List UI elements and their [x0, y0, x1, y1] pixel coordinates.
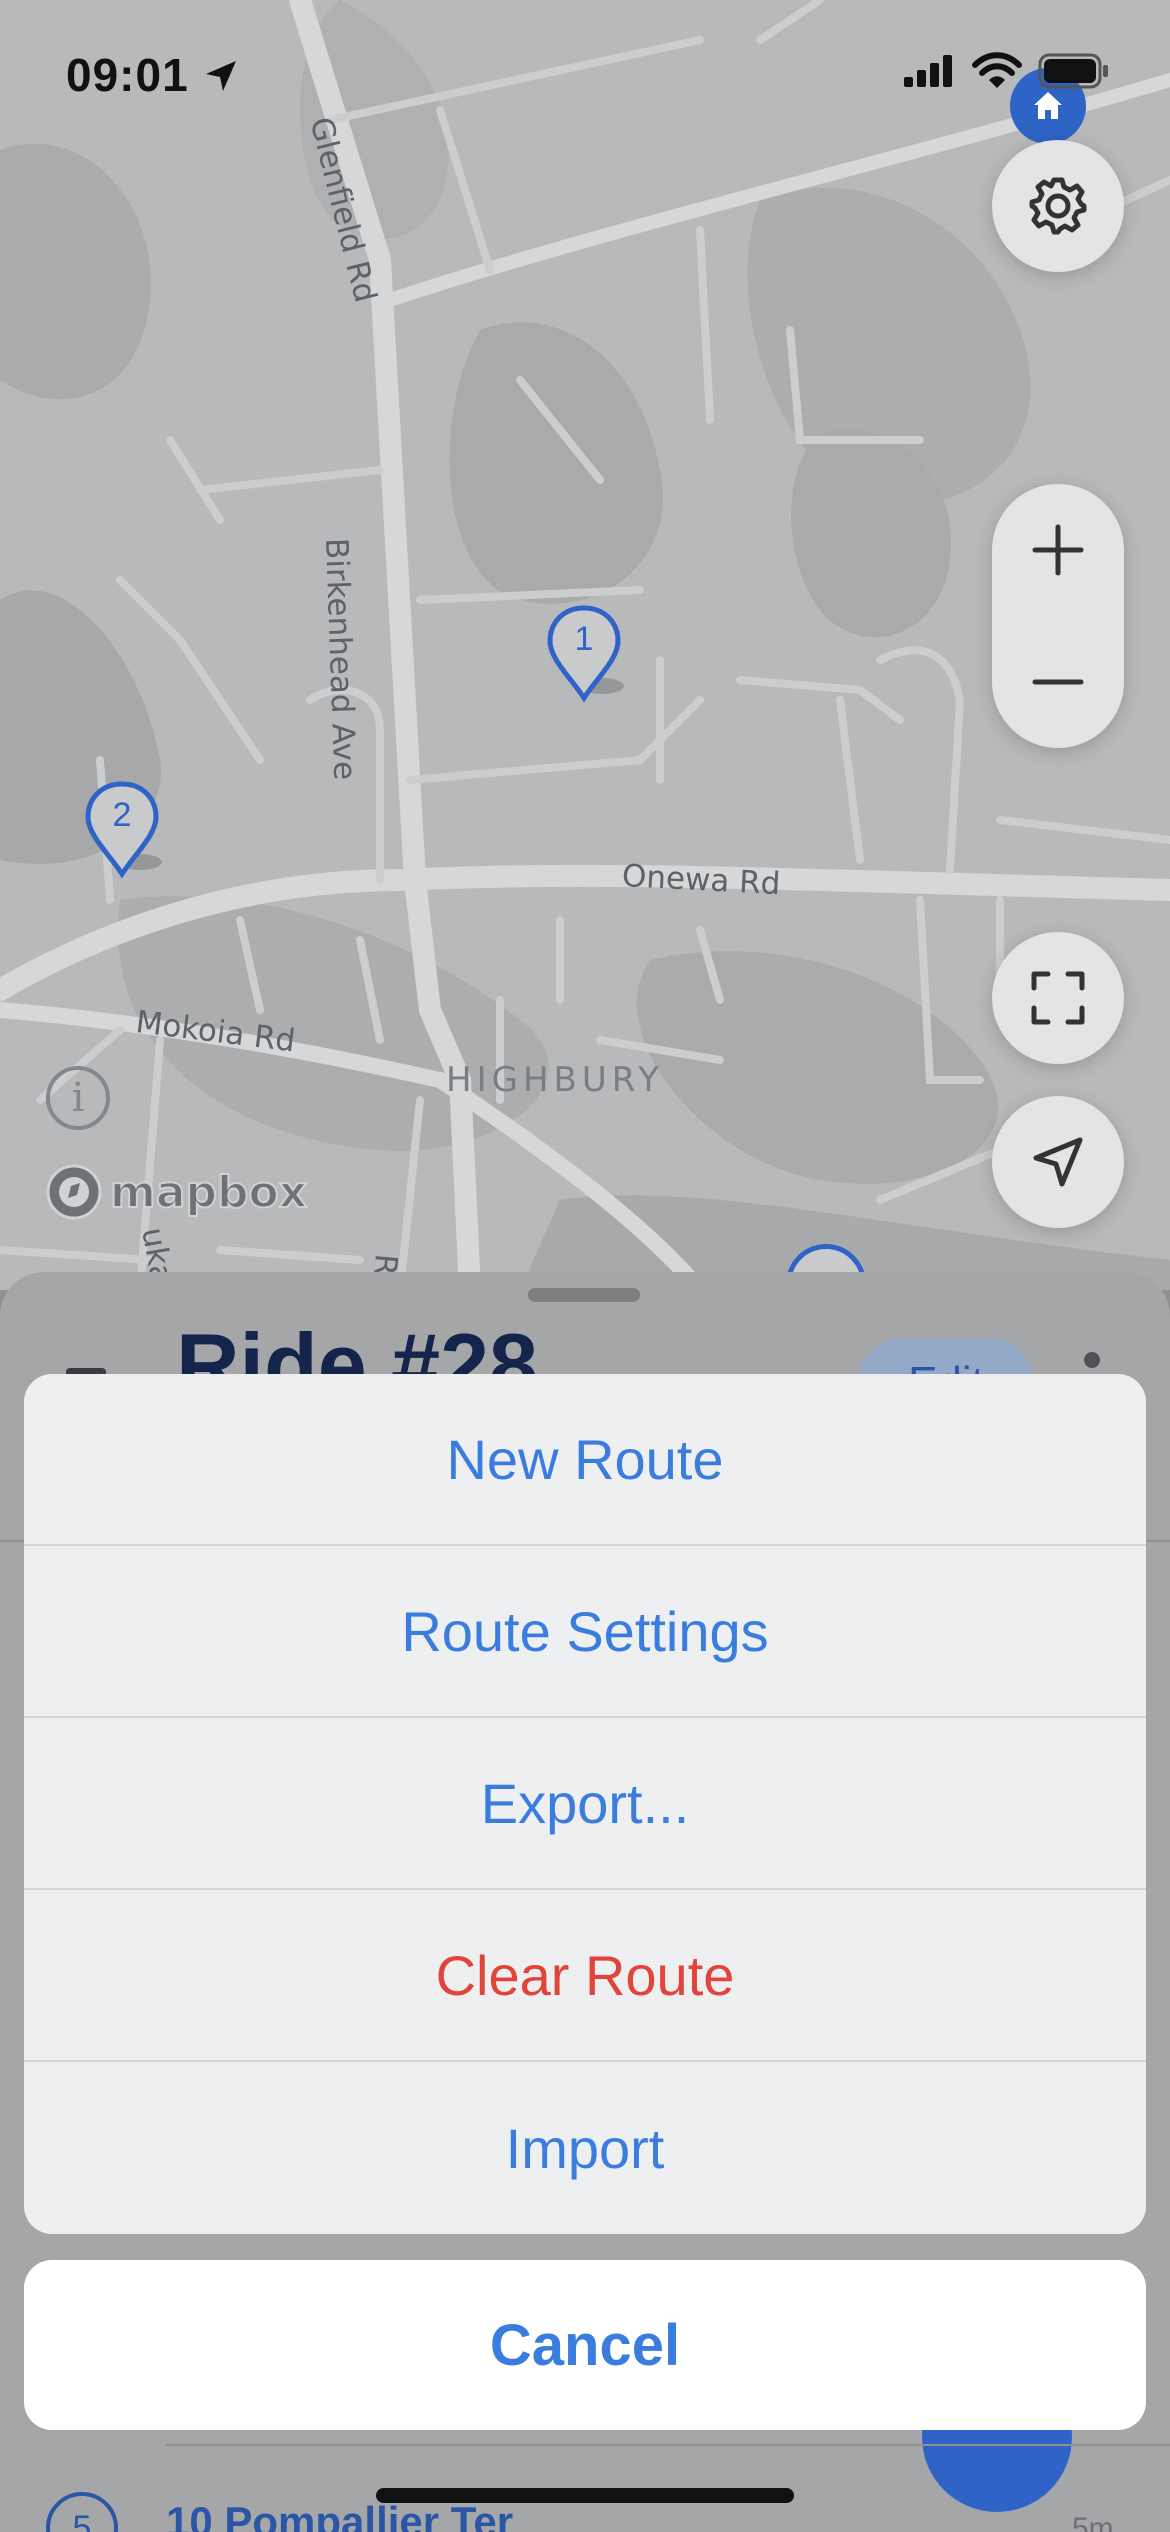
- zoom-out-button[interactable]: [992, 616, 1124, 748]
- pin-number: 2: [112, 796, 132, 834]
- mapbox-wordmark: mapbox: [109, 1166, 308, 1219]
- mapbox-mark-icon: [46, 1164, 102, 1220]
- sheet-divider: [166, 2444, 1170, 2446]
- cancel-button[interactable]: Cancel: [24, 2260, 1146, 2430]
- cellular-signal-icon: [904, 55, 952, 87]
- attribution-info-icon[interactable]: i: [46, 1066, 110, 1130]
- stop-number-badge: 5: [46, 2492, 118, 2532]
- fit-route-button[interactable]: [992, 932, 1124, 1064]
- mapbox-logo: mapbox: [44, 1162, 308, 1222]
- pin-number: 1: [574, 620, 594, 658]
- more-icon[interactable]: [1084, 1352, 1100, 1368]
- stop-duration: 5m: [1072, 2512, 1114, 2532]
- suburb-label: HIGHBURY: [446, 1060, 664, 1100]
- stop-address[interactable]: 10 Pompallier Ter: [166, 2498, 513, 2532]
- clear-route-button[interactable]: Clear Route: [24, 1890, 1146, 2062]
- fullscreen-icon: [1031, 971, 1085, 1025]
- status-time: 09:01: [66, 48, 240, 102]
- location-services-icon: [206, 61, 237, 91]
- new-route-button[interactable]: New Route: [24, 1374, 1146, 1546]
- plus-icon: [1032, 524, 1084, 576]
- zoom-in-button[interactable]: [992, 484, 1124, 616]
- route-pin-2[interactable]: 2: [82, 780, 162, 880]
- status-icons: [902, 52, 1110, 90]
- battery-icon: [1038, 53, 1108, 89]
- sheet-grabber[interactable]: [528, 1288, 640, 1302]
- import-button[interactable]: Import: [24, 2062, 1146, 2234]
- route-pin-1[interactable]: 1: [544, 604, 624, 704]
- home-icon: [1034, 92, 1062, 119]
- locate-button[interactable]: [992, 1096, 1124, 1228]
- action-sheet: New Route Route Settings Export... Clear…: [24, 1374, 1146, 2234]
- home-indicator[interactable]: [376, 2488, 794, 2503]
- screen: Glenfield Rd Birkenhead Ave Onewa Rd Mok…: [0, 0, 1170, 2532]
- settings-button[interactable]: [992, 140, 1124, 272]
- export-button[interactable]: Export...: [24, 1718, 1146, 1890]
- location-arrow-icon: [1033, 1137, 1083, 1187]
- wifi-icon: [972, 52, 1022, 88]
- map-view[interactable]: Glenfield Rd Birkenhead Ave Onewa Rd Mok…: [0, 0, 1170, 1290]
- status-time-text: 09:01: [66, 49, 189, 101]
- zoom-control: [992, 484, 1124, 748]
- route-settings-button[interactable]: Route Settings: [24, 1546, 1146, 1718]
- minus-icon: [1032, 679, 1084, 685]
- gear-icon: [1029, 177, 1087, 235]
